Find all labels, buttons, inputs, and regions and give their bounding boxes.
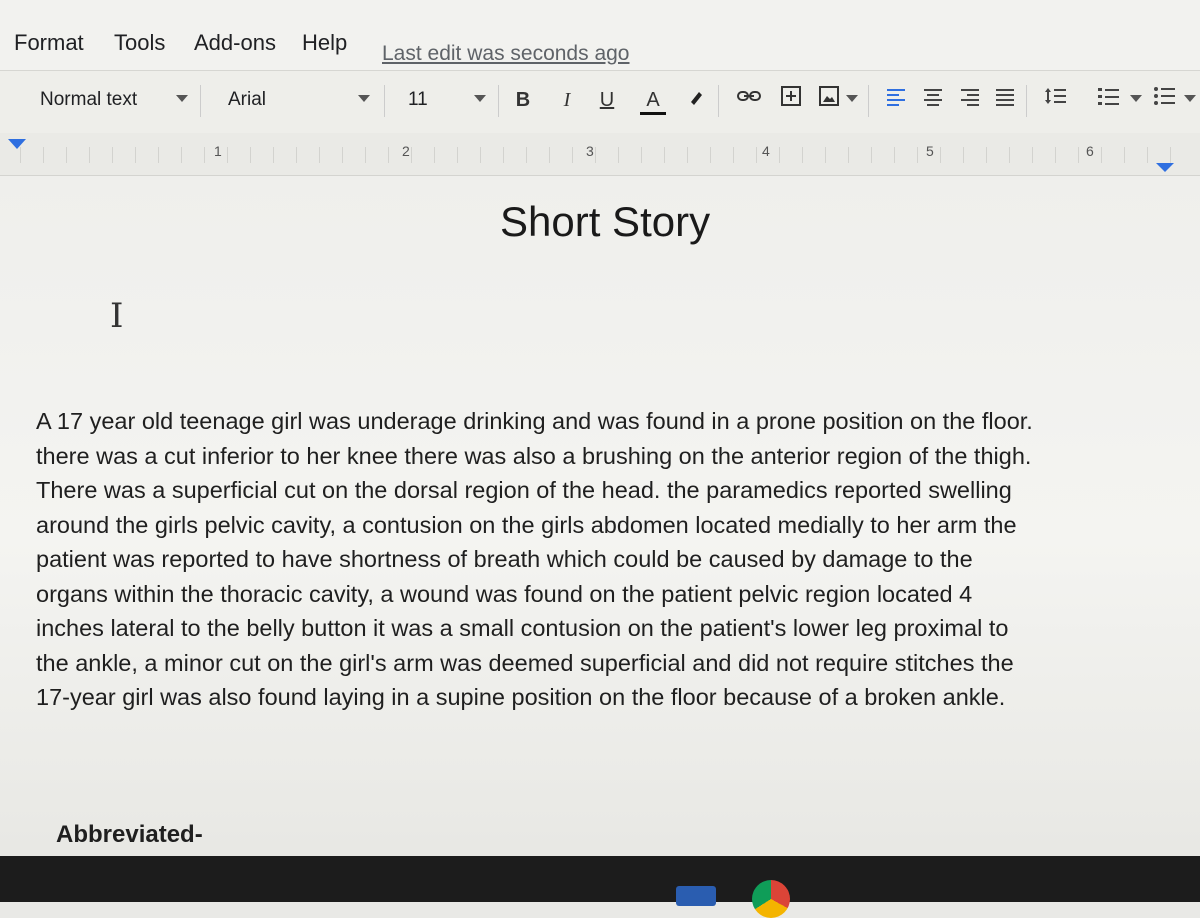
- ruler-ticks: [20, 147, 1190, 163]
- document-page[interactable]: Short Story I A 17 year old teenage girl…: [0, 176, 1200, 902]
- toolbar-divider: [718, 85, 719, 117]
- toolbar-divider: [1026, 85, 1027, 117]
- ruler-number: 5: [926, 143, 934, 159]
- font-family-select[interactable]: Arial: [228, 89, 266, 111]
- line-spacing-icon[interactable]: [1042, 85, 1068, 115]
- document-title[interactable]: Short Story: [500, 198, 710, 246]
- highlight-pen-icon[interactable]: [684, 85, 710, 115]
- italic-button[interactable]: I: [554, 85, 580, 115]
- menu-bar: Format Tools Add-ons Help Last edit was …: [0, 0, 1200, 70]
- bold-button[interactable]: B: [510, 85, 536, 115]
- text-color-button[interactable]: A: [640, 85, 666, 115]
- font-size-select[interactable]: 11: [408, 89, 428, 111]
- last-edit-link[interactable]: Last edit was seconds ago: [382, 42, 630, 66]
- chevron-down-icon[interactable]: [358, 95, 370, 102]
- menu-add-ons[interactable]: Add-ons: [194, 30, 276, 56]
- left-indent-marker[interactable]: [8, 139, 26, 149]
- body-line: the ankle, a minor cut on the girl's arm…: [36, 649, 1014, 676]
- right-indent-marker[interactable]: [1156, 163, 1174, 172]
- toolbar-divider: [200, 85, 201, 117]
- menu-help[interactable]: Help: [302, 30, 347, 56]
- menu-tools[interactable]: Tools: [114, 30, 165, 56]
- body-line: 17-year girl was also found laying in a …: [36, 684, 1006, 710]
- paragraph-style-select[interactable]: Normal text: [40, 89, 137, 111]
- ruler-number: 3: [586, 143, 594, 159]
- chevron-down-icon[interactable]: [1184, 95, 1196, 102]
- align-left-icon[interactable]: [884, 85, 910, 115]
- ruler-number: 6: [1086, 143, 1094, 159]
- body-line: patient was reported to have shortness o…: [36, 546, 973, 572]
- link-icon[interactable]: [736, 85, 762, 115]
- ruler-number: 4: [762, 143, 770, 159]
- chrome-icon[interactable]: [752, 880, 790, 918]
- ruler[interactable]: 1 2 3 4 5 6: [0, 133, 1200, 176]
- align-center-icon[interactable]: [920, 85, 946, 115]
- abbreviated-label: Abbreviated-: [56, 821, 203, 848]
- app-icon[interactable]: [676, 886, 716, 906]
- align-right-icon[interactable]: [956, 85, 982, 115]
- text-cursor-icon: I: [110, 296, 124, 336]
- insert-comment-icon[interactable]: [778, 85, 804, 115]
- bulleted-list-icon[interactable]: [1152, 85, 1178, 115]
- body-line: there was a cut inferior to her knee the…: [36, 442, 1032, 469]
- toolbar-divider: [384, 85, 385, 117]
- toolbar-divider: [498, 85, 499, 117]
- body-line: A 17 year old teenage girl was underage …: [36, 408, 1033, 434]
- toolbar: Normal text Arial 11 B I U A: [0, 70, 1200, 134]
- chevron-down-icon[interactable]: [1130, 95, 1142, 102]
- ruler-number: 2: [402, 143, 410, 159]
- chevron-down-icon[interactable]: [846, 95, 858, 102]
- chevron-down-icon[interactable]: [474, 95, 486, 102]
- body-line: organs within the thoracic cavity, a wou…: [36, 580, 973, 607]
- taskbar: [0, 856, 1200, 918]
- checklist-icon[interactable]: [1096, 85, 1122, 115]
- toolbar-divider: [868, 85, 869, 117]
- ruler-number: 1: [214, 143, 222, 159]
- menu-format[interactable]: Format: [14, 30, 84, 56]
- document-body[interactable]: A 17 year old teenage girl was underage …: [36, 404, 1176, 715]
- align-justify-icon[interactable]: [992, 85, 1018, 115]
- body-line: There was a superficial cut on the dorsa…: [36, 477, 1012, 503]
- insert-image-icon[interactable]: [816, 85, 842, 115]
- body-line: around the girls pelvic cavity, a contus…: [36, 511, 1017, 538]
- body-line: inches lateral to the belly button it wa…: [36, 615, 1009, 641]
- chevron-down-icon[interactable]: [176, 95, 188, 102]
- underline-button[interactable]: U: [594, 85, 620, 115]
